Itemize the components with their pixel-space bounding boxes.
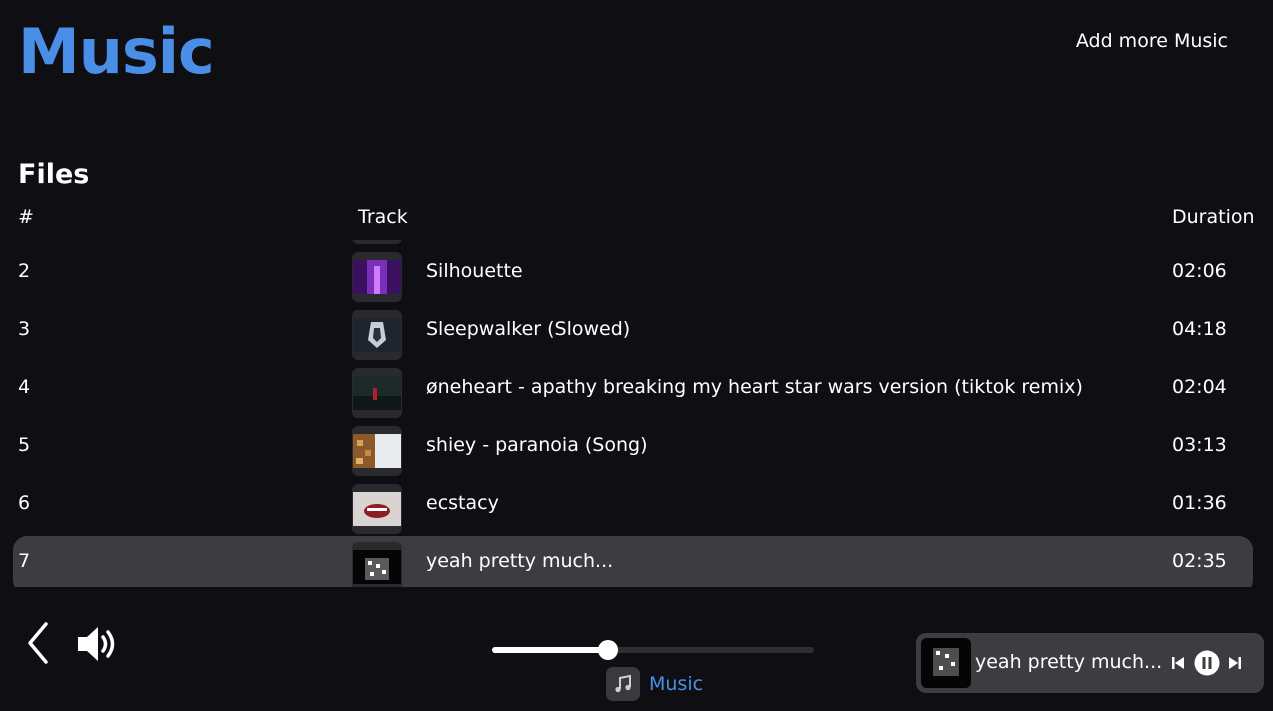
track-duration: 04:18 bbox=[1172, 318, 1227, 340]
track-row[interactable]: 6 ecstacy 01:36 bbox=[13, 478, 1253, 536]
slider-knob[interactable] bbox=[597, 640, 618, 660]
music-source-label: Music bbox=[649, 673, 704, 695]
slider-fill bbox=[492, 647, 608, 653]
album-art bbox=[352, 426, 402, 476]
music-app: Music Add more Music Files # Track Durat… bbox=[0, 0, 1273, 711]
track-row[interactable]: 4 øneheart - apathy breaking my heart st… bbox=[13, 362, 1253, 420]
previous-track-button[interactable] bbox=[1171, 655, 1185, 671]
skip-next-icon bbox=[1229, 657, 1241, 669]
page-title: Music bbox=[18, 15, 215, 88]
album-art bbox=[352, 310, 402, 360]
track-title: øneheart - apathy breaking my heart star… bbox=[426, 376, 1083, 398]
album-art bbox=[352, 542, 402, 587]
track-number: 4 bbox=[18, 376, 31, 398]
track-duration: 02:35 bbox=[1172, 550, 1227, 572]
skip-previous-icon bbox=[1172, 657, 1184, 669]
track-title: ecstacy bbox=[426, 492, 499, 514]
track-title: shiey - paranoia (Song) bbox=[426, 434, 648, 456]
column-header-track: Track bbox=[358, 206, 408, 228]
track-number: 6 bbox=[18, 492, 31, 514]
track-row-active[interactable]: 7 yeah pretty much... 02:35 bbox=[13, 536, 1253, 587]
track-title: Silhouette bbox=[426, 260, 523, 282]
now-playing-title: yeah pretty much... bbox=[975, 651, 1163, 673]
track-row[interactable]: 5 shiey - paranoia (Song) 03:13 bbox=[13, 420, 1253, 478]
track-duration: 01:36 bbox=[1172, 492, 1227, 514]
album-art bbox=[352, 368, 402, 418]
add-more-music-button[interactable]: Add more Music bbox=[1076, 30, 1228, 52]
next-track-button[interactable] bbox=[1228, 655, 1242, 671]
column-header-number: # bbox=[18, 206, 34, 228]
volume-button[interactable] bbox=[76, 624, 122, 664]
track-title: yeah pretty much... bbox=[426, 550, 614, 572]
track-title: Sleepwalker (Slowed) bbox=[426, 318, 631, 340]
volume-icon bbox=[78, 627, 115, 661]
track-list[interactable]: 2 Silhouette 02:06 3 Sleepwalker (Slowed… bbox=[13, 240, 1253, 587]
pause-button[interactable] bbox=[1194, 650, 1220, 676]
track-number: 2 bbox=[18, 260, 31, 282]
pause-icon bbox=[1194, 650, 1220, 676]
track-row[interactable]: 3 Sleepwalker (Slowed) 04:18 bbox=[13, 304, 1253, 362]
track-number: 3 bbox=[18, 318, 31, 340]
column-header-duration: Duration bbox=[1172, 206, 1255, 228]
album-art bbox=[352, 252, 402, 302]
mini-player[interactable]: yeah pretty much... bbox=[916, 633, 1264, 693]
track-number: 7 bbox=[18, 550, 31, 572]
table-header: # Track Duration bbox=[0, 206, 1273, 232]
music-source-button[interactable]: Music bbox=[606, 667, 703, 701]
track-list-content: 2 Silhouette 02:06 3 Sleepwalker (Slowed… bbox=[13, 240, 1253, 587]
files-heading: Files bbox=[18, 159, 90, 190]
album-art bbox=[352, 240, 402, 244]
playback-progress-slider[interactable] bbox=[492, 640, 814, 660]
track-duration: 02:06 bbox=[1172, 260, 1227, 282]
track-duration: 03:13 bbox=[1172, 434, 1227, 456]
chevron-left-icon bbox=[28, 622, 48, 664]
album-art bbox=[352, 484, 402, 534]
now-playing-art bbox=[921, 638, 971, 688]
back-button[interactable] bbox=[24, 620, 54, 666]
track-duration: 02:04 bbox=[1172, 376, 1227, 398]
track-row[interactable]: 2 Silhouette 02:06 bbox=[13, 246, 1253, 304]
track-number: 5 bbox=[18, 434, 31, 456]
music-note-icon bbox=[606, 667, 640, 701]
